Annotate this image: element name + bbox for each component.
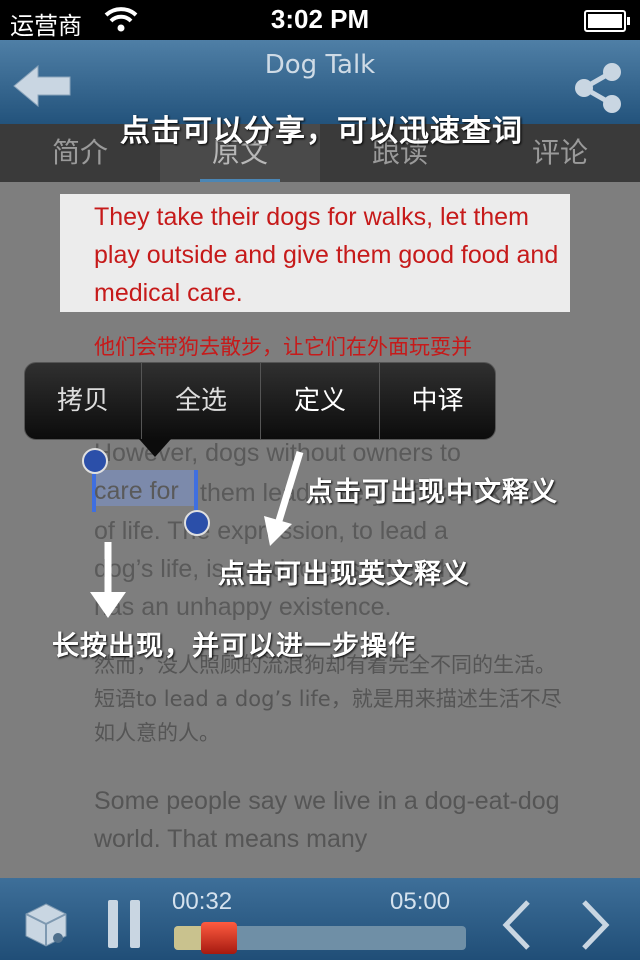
menu-translate[interactable]: 中译 [380,363,495,439]
paragraph-line[interactable]: has an unhappy existence. [94,588,574,626]
menu-copy[interactable]: 拷贝 [25,363,141,439]
next-icon[interactable] [578,898,614,952]
paragraph-line[interactable]: of life. The expression, to lead a [94,512,574,550]
highlighted-sentence-en[interactable]: They take their dogs for walks, let them… [94,198,574,312]
menu-pointer [139,439,171,457]
current-time: 00:32 [172,888,233,915]
context-menu: 拷贝 全选 定义 中译 [24,362,496,457]
page-title: Dog Talk [264,50,376,80]
annotation-chinese: 点击可出现中文释义 [306,477,558,508]
player-bar: 00:32 05:00 [0,878,640,960]
settings-box-icon[interactable] [22,900,70,948]
clock: 3:02 PM [270,4,370,34]
status-bar: 运营商 3:02 PM [0,0,640,40]
arrow-icon [90,542,126,618]
total-time: 05:00 [390,888,451,915]
paragraph-3[interactable]: Some people say we live in a dog-eat-dog… [94,782,574,858]
paragraph-cn[interactable]: 然而，没人照顾的流浪狗却有着完全不同的生活。短语to lead a dog’s … [94,648,574,750]
menu-select-all[interactable]: 全选 [142,363,260,439]
selection-start-handle[interactable] [82,448,108,474]
annotation-english: 点击可出现英文释义 [218,559,470,590]
selection-end-handle[interactable] [184,510,210,536]
battery-icon [584,10,630,32]
previous-icon[interactable] [498,898,534,952]
progress-thumb[interactable] [201,922,238,954]
selected-text[interactable]: care for [94,472,204,510]
article-content: They take their dogs for walks, let them… [0,182,640,878]
menu-define[interactable]: 定义 [261,363,379,439]
arrow-icon [264,450,304,546]
annotation-longpress: 长按出现，并可以进一步操作 [52,631,416,662]
highlighted-sentence-cn[interactable]: 他们会带狗去散步，让它们在外面玩耍并 [94,330,574,364]
share-icon[interactable] [570,60,626,116]
pause-icon[interactable] [104,898,144,950]
annotation-share: 点击可以分享，可以迅速查词 [120,114,523,149]
